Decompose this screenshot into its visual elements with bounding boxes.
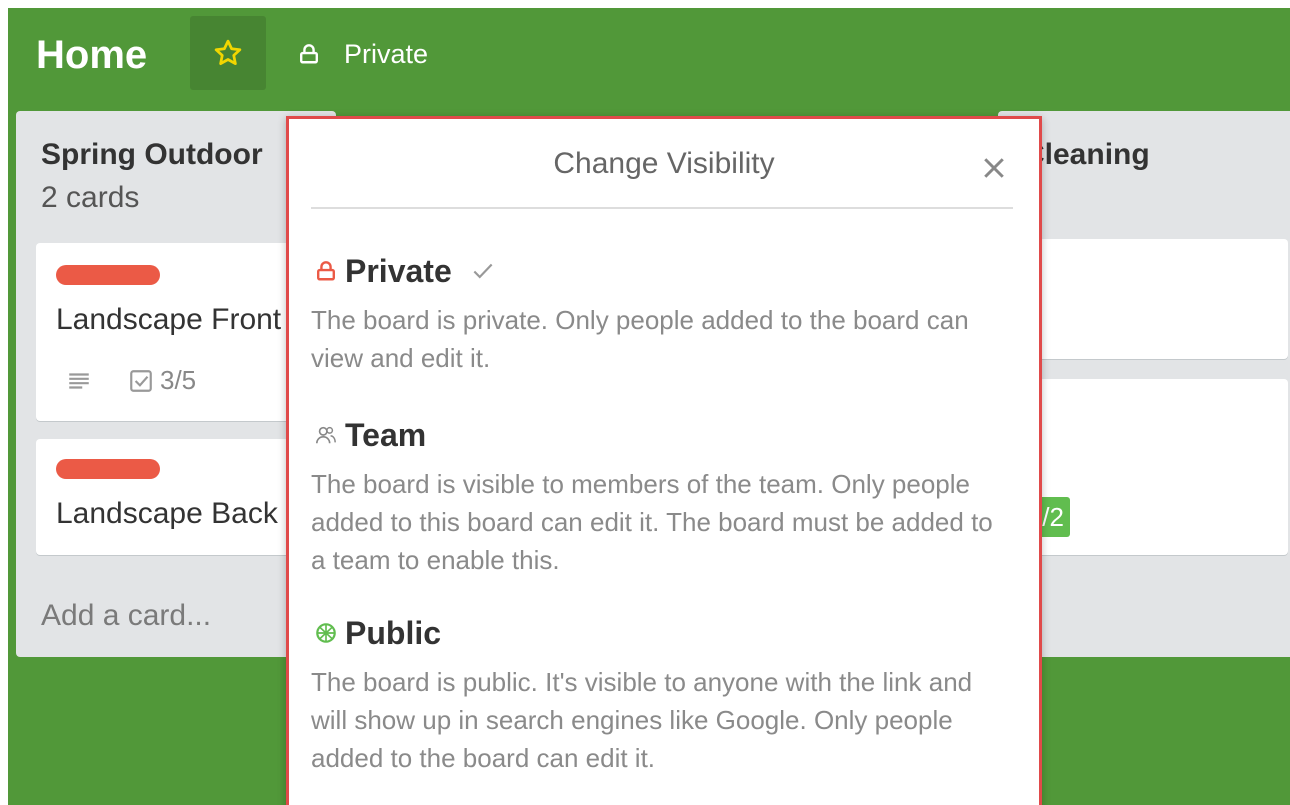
check-icon: [473, 263, 493, 279]
card[interactable]: 2/2: [1008, 379, 1288, 555]
board-title[interactable]: Home: [36, 30, 147, 80]
list-card-count: 2 cards: [41, 181, 140, 214]
list-title[interactable]: Cleaning: [1023, 138, 1150, 172]
option-header: Team: [311, 415, 1017, 455]
visibility-option-private[interactable]: Private The board is private. Only peopl…: [311, 251, 1017, 377]
option-name: Private: [345, 252, 452, 289]
option-description: The board is visible to members of the t…: [311, 469, 993, 575]
option-header: Private: [311, 251, 1017, 291]
close-icon: [984, 158, 1004, 178]
board-header: Home Private: [8, 8, 1290, 108]
star-button[interactable]: [190, 16, 266, 90]
popover-title: Change Visibility: [553, 147, 775, 180]
option-name: Team: [345, 416, 427, 453]
star-icon: [214, 39, 242, 65]
card-badges: 3/5: [66, 365, 196, 396]
description-icon: [69, 372, 89, 389]
change-visibility-popover: Change Visibility Private The board is p…: [286, 116, 1042, 805]
visibility-label: Private: [344, 38, 429, 69]
card-title: Landscape Front: [56, 303, 282, 336]
checkbox-icon: [130, 369, 152, 392]
team-icon: [316, 426, 336, 444]
globe-icon: [316, 623, 336, 643]
option-description: The board is private. Only people added …: [311, 305, 969, 373]
popover-divider: [311, 207, 1013, 209]
visibility-button[interactable]: Private: [298, 34, 428, 74]
list-title[interactable]: Spring Outdoor: [41, 138, 263, 172]
board-canvas: Home Private Spring Outdoor 2 cards Land…: [8, 8, 1290, 805]
card-label-red: [56, 459, 160, 479]
lock-icon: [317, 261, 335, 281]
visibility-option-team[interactable]: Team The board is visible to members of …: [311, 415, 1017, 579]
option-name: Public: [345, 614, 442, 651]
option-description: The board is public. It's visible to any…: [311, 667, 973, 773]
lock-icon: [300, 44, 318, 64]
card-title: Landscape Back: [56, 497, 278, 530]
checklist-badge: 3/5: [128, 365, 196, 396]
visibility-option-public[interactable]: Public The board is public. It's visible…: [311, 613, 1017, 777]
checklist-count: 3/5: [160, 365, 197, 395]
close-button[interactable]: [979, 153, 1009, 183]
card[interactable]: [1008, 239, 1288, 359]
card-label-red: [56, 265, 160, 285]
add-card-button[interactable]: Add a card...: [41, 599, 211, 633]
option-header: Public: [311, 613, 1017, 653]
